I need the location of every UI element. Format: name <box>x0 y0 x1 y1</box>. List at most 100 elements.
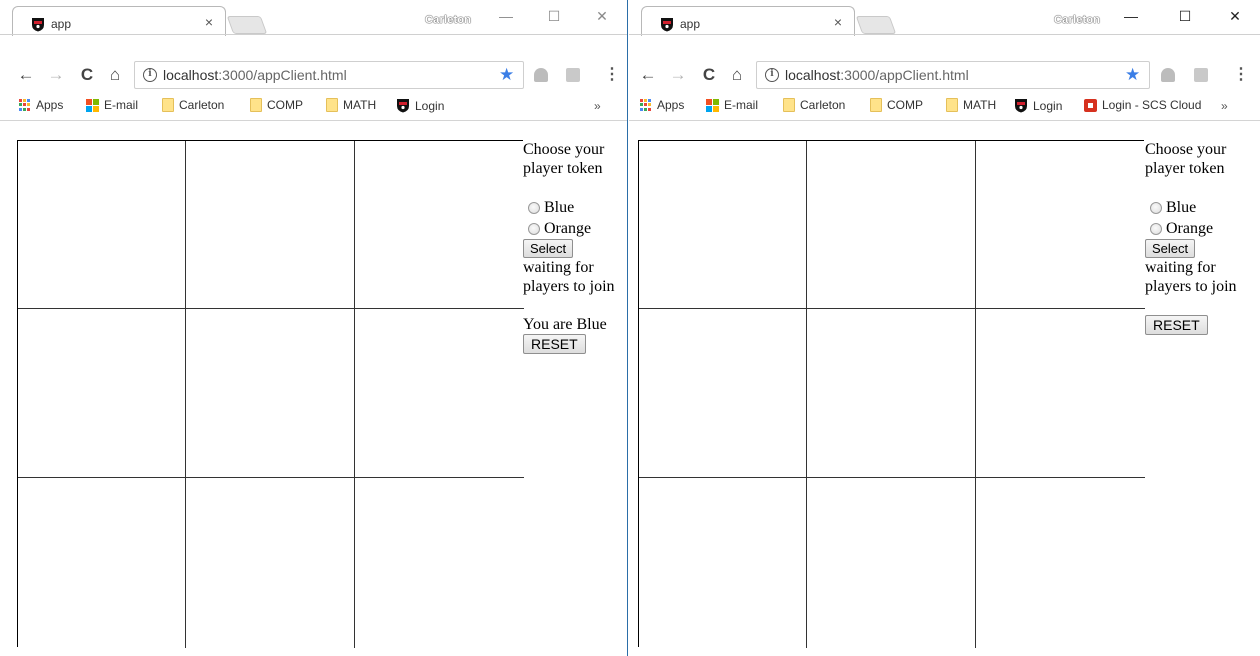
bookmarks-overflow-icon[interactable]: » <box>1221 99 1228 113</box>
pdf-icon[interactable] <box>1194 68 1208 82</box>
board-cell[interactable] <box>355 309 524 478</box>
tab-close-icon[interactable]: × <box>834 14 842 30</box>
board-cell[interactable] <box>639 309 807 478</box>
board-cell[interactable] <box>355 141 524 309</box>
select-button[interactable]: Select <box>523 239 574 258</box>
title-bar: app × Carleton — ☐ ✕ <box>629 0 1260 36</box>
bookmark-login[interactable]: Login <box>1014 98 1062 113</box>
folder-icon <box>326 98 338 112</box>
bookmark-email[interactable]: E-mail <box>706 98 758 112</box>
star-icon[interactable]: ★ <box>499 65 514 85</box>
info-icon[interactable]: i <box>143 68 157 82</box>
board-cell[interactable] <box>976 478 1145 648</box>
info-icon[interactable]: i <box>765 68 779 82</box>
back-icon[interactable]: ← <box>639 66 657 84</box>
close-window-icon[interactable]: ✕ <box>592 8 612 25</box>
home-icon[interactable]: ⌂ <box>728 66 746 84</box>
folder-icon <box>250 98 262 112</box>
bookmark-carleton[interactable]: Carleton <box>783 98 845 112</box>
board-cell[interactable] <box>807 309 976 478</box>
new-tab-button[interactable] <box>855 16 897 34</box>
radio-orange[interactable]: Orange <box>1145 218 1255 239</box>
title-bar: app × Carleton — ☐ ✕ <box>0 0 627 36</box>
close-window-icon[interactable]: ✕ <box>1225 8 1245 25</box>
bookmark-label: MATH <box>963 98 997 112</box>
bookmark-comp[interactable]: COMP <box>870 98 923 112</box>
status-text: waiting for players to join <box>1145 259 1237 295</box>
board-cell[interactable] <box>186 141 355 309</box>
radio-button[interactable] <box>528 222 540 235</box>
bookmark-label: Login <box>415 98 445 113</box>
board-cell[interactable] <box>639 141 807 309</box>
browser-window-left: app × Carleton — ☐ ✕ ← → C ⌂ i localhost… <box>0 0 628 656</box>
bookmark-comp[interactable]: COMP <box>250 98 303 112</box>
board-cell[interactable] <box>976 309 1145 478</box>
address-bar[interactable]: i localhost:3000/appClient.html ★ <box>134 61 524 89</box>
folder-icon <box>870 98 882 112</box>
select-button[interactable]: Select <box>1145 239 1196 258</box>
bookmark-apps[interactable]: Apps <box>640 98 684 112</box>
board-cell[interactable] <box>807 141 976 309</box>
forward-icon[interactable]: → <box>47 66 65 84</box>
tab-strip-divider <box>0 34 627 35</box>
reload-icon[interactable]: C <box>78 66 96 84</box>
radio-label: Blue <box>544 199 575 216</box>
radio-blue[interactable]: Blue <box>523 197 621 218</box>
drive-icon[interactable] <box>1161 68 1175 82</box>
radio-label: Orange <box>544 220 592 237</box>
bookmark-login[interactable]: Login <box>396 98 444 113</box>
board-cell[interactable] <box>355 478 524 648</box>
token-prompt: Choose your player token <box>1145 141 1227 177</box>
board-cell[interactable] <box>186 309 355 478</box>
star-icon[interactable]: ★ <box>1125 65 1140 85</box>
minimize-icon[interactable]: — <box>496 8 516 24</box>
profile-name[interactable]: Carleton <box>1054 14 1100 26</box>
bookmark-email[interactable]: E-mail <box>86 98 138 112</box>
maximize-icon[interactable]: ☐ <box>544 8 564 25</box>
bookmark-math[interactable]: MATH <box>326 98 376 112</box>
board-cell[interactable] <box>18 309 186 478</box>
game-board <box>638 140 1145 648</box>
home-icon[interactable]: ⌂ <box>106 66 124 84</box>
radio-button[interactable] <box>528 201 540 214</box>
url-host: localhost <box>163 67 219 83</box>
url-text: localhost:3000/appClient.html <box>785 67 969 83</box>
minimize-icon[interactable]: — <box>1121 8 1141 24</box>
menu-icon[interactable]: ⋮ <box>1233 64 1249 84</box>
maximize-icon[interactable]: ☐ <box>1175 8 1195 25</box>
bookmark-math[interactable]: MATH <box>946 98 996 112</box>
radio-orange[interactable]: Orange <box>523 218 621 239</box>
back-icon[interactable]: ← <box>17 66 35 84</box>
carleton-favicon-icon <box>32 17 44 31</box>
radio-button[interactable] <box>1150 201 1162 214</box>
status-text: waiting for players to join <box>523 259 615 295</box>
pdf-icon[interactable] <box>566 68 580 82</box>
reload-icon[interactable]: C <box>700 66 718 84</box>
board-cell[interactable] <box>639 478 807 648</box>
browser-tab[interactable]: app × <box>12 6 226 36</box>
menu-icon[interactable]: ⋮ <box>604 64 620 84</box>
new-tab-button[interactable] <box>226 16 268 34</box>
folder-icon <box>783 98 795 112</box>
board-cell[interactable] <box>807 478 976 648</box>
bookmarks-overflow-icon[interactable]: » <box>594 99 601 113</box>
board-cell[interactable] <box>18 478 186 648</box>
assignment-text: You are Blue <box>523 316 607 333</box>
radio-button[interactable] <box>1150 222 1162 235</box>
board-cell[interactable] <box>18 141 186 309</box>
bookmark-carleton[interactable]: Carleton <box>162 98 224 112</box>
radio-blue[interactable]: Blue <box>1145 197 1255 218</box>
reset-button[interactable]: RESET <box>1145 315 1208 335</box>
tab-close-icon[interactable]: × <box>205 14 213 30</box>
bookmark-apps[interactable]: Apps <box>19 98 63 112</box>
tab-title: app <box>51 17 72 31</box>
board-cell[interactable] <box>186 478 355 648</box>
drive-icon[interactable] <box>534 68 548 82</box>
browser-tab[interactable]: app × <box>641 6 855 36</box>
profile-name[interactable]: Carleton <box>425 14 471 26</box>
forward-icon[interactable]: → <box>669 66 687 84</box>
reset-button[interactable]: RESET <box>523 334 586 354</box>
address-bar[interactable]: i localhost:3000/appClient.html ★ <box>756 61 1150 89</box>
bookmark-scs-cloud[interactable]: Login - SCS Cloud <box>1084 98 1201 112</box>
board-cell[interactable] <box>976 141 1145 309</box>
